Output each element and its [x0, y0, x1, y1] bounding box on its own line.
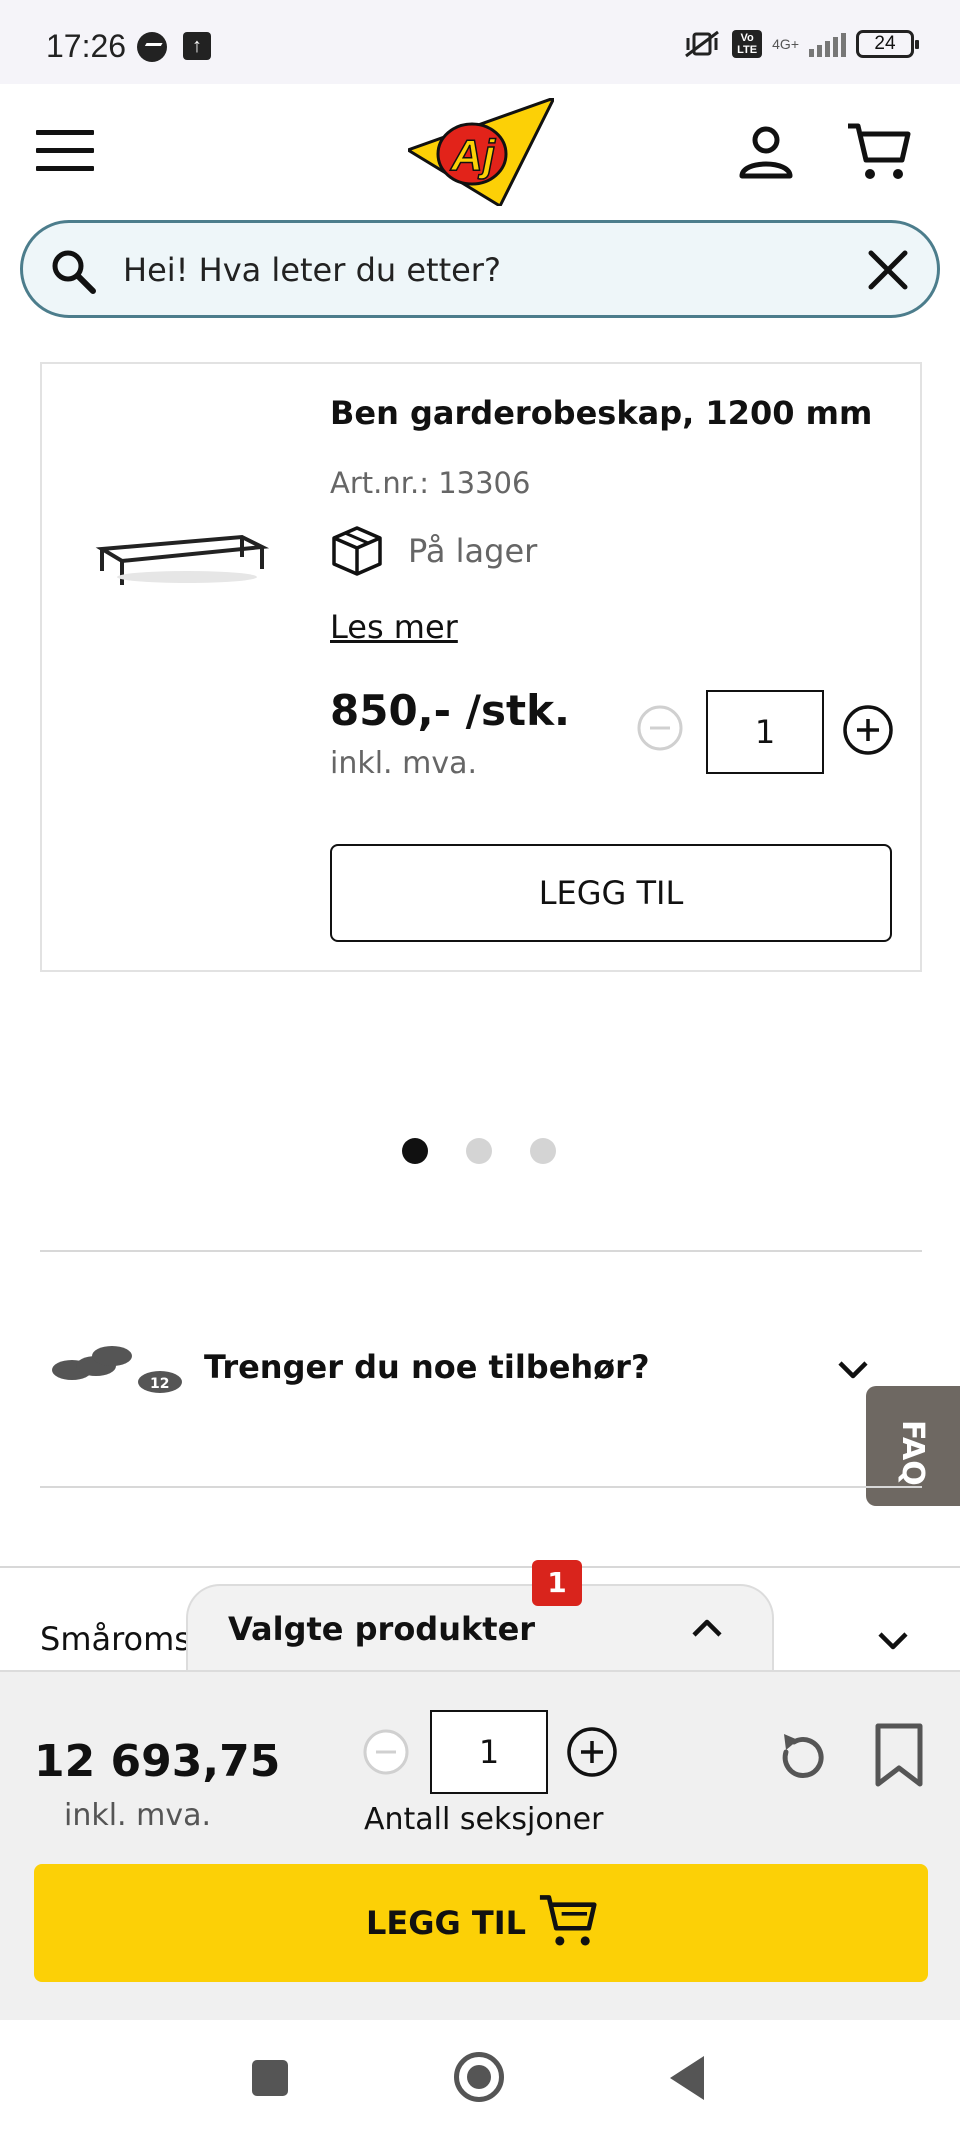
- total-price: 12 693,75: [34, 1736, 281, 1787]
- box-icon: [332, 526, 382, 576]
- carousel-dot-3[interactable]: [530, 1138, 556, 1164]
- chevron-up-icon[interactable]: [690, 1614, 724, 1642]
- small-section-label: Småroms: [40, 1620, 191, 1658]
- quantity-decrease-button[interactable]: [636, 704, 684, 752]
- carousel-dot-2[interactable]: [466, 1138, 492, 1164]
- chevron-down-icon[interactable]: [876, 1626, 910, 1654]
- add-configuration-to-cart-button[interactable]: LEGG TIL: [34, 1864, 928, 1982]
- status-icons: Vo LTE 4G+ 24: [682, 28, 919, 60]
- messenger-icon: [137, 32, 167, 62]
- product-image[interactable]: [92, 519, 272, 599]
- article-number: Art.nr.: 13306: [330, 466, 531, 500]
- sections-decrease-button[interactable]: [362, 1728, 410, 1776]
- sections-label: Antall seksjoner: [364, 1802, 604, 1837]
- signal-icon: [809, 31, 846, 57]
- reset-icon[interactable]: [772, 1728, 830, 1786]
- accessories-accordion-title[interactable]: Trenger du noe tilbehør?: [204, 1348, 650, 1386]
- product-title[interactable]: Ben garderobeskap, 1200 mm: [330, 394, 872, 432]
- vibrate-mute-icon: [685, 30, 720, 58]
- tag-number: 12: [150, 1376, 169, 1392]
- price-vat-note: inkl. mva.: [330, 746, 478, 781]
- status-time: 17:26: [46, 28, 127, 64]
- recents-button[interactable]: [252, 2060, 288, 2096]
- product-card: Ben garderobeskap, 1200 mm Art.nr.: 1330…: [40, 362, 922, 972]
- battery-icon: 24: [856, 30, 919, 58]
- quantity-increase-button[interactable]: [842, 704, 894, 756]
- add-to-cart-button[interactable]: LEGG TIL: [330, 844, 892, 942]
- home-button[interactable]: [454, 2052, 504, 2102]
- faq-label: FAQ: [895, 1420, 930, 1486]
- bottom-summary-panel: 12 693,75 inkl. mva. 1 Antall seksjoner …: [0, 1670, 960, 2020]
- selected-count-badge: 1: [532, 1560, 582, 1606]
- cart-icon: [539, 1895, 597, 1946]
- carousel-dots: [402, 1138, 556, 1164]
- divider: [40, 1486, 922, 1488]
- product-price: 850,- /stk.: [330, 686, 570, 735]
- site-header: Aj: [0, 84, 960, 216]
- chevron-down-icon[interactable]: [836, 1354, 870, 1384]
- sections-quantity-field[interactable]: 1: [430, 1710, 548, 1794]
- selected-products-label: Valgte produkter: [228, 1610, 536, 1648]
- status-bar: 17:26 ↑ Vo LTE 4G+ 24: [0, 0, 960, 84]
- user-icon[interactable]: [738, 124, 794, 180]
- android-nav-bar: [0, 2020, 960, 2133]
- aj-logo[interactable]: Aj: [408, 98, 554, 206]
- upload-icon: ↑: [183, 32, 211, 60]
- search-icon[interactable]: [49, 247, 97, 295]
- faq-tab[interactable]: FAQ: [866, 1386, 960, 1506]
- stock-status: På lager: [408, 532, 538, 570]
- divider: [40, 1250, 922, 1252]
- total-vat-note: inkl. mva.: [64, 1798, 212, 1833]
- network-type: 4G+: [772, 36, 799, 52]
- add-to-cart-label: LEGG TIL: [366, 1904, 527, 1942]
- selected-products-tab[interactable]: Valgte produkter: [186, 1584, 774, 1674]
- close-icon[interactable]: [867, 249, 909, 291]
- search-input[interactable]: [123, 243, 803, 297]
- read-more-link[interactable]: Les mer: [330, 608, 458, 646]
- bookmark-icon[interactable]: [872, 1722, 926, 1788]
- carousel-dot-1[interactable]: [402, 1138, 428, 1164]
- number-tags-image: 12: [52, 1346, 182, 1393]
- sections-increase-button[interactable]: [566, 1726, 618, 1778]
- back-button[interactable]: [670, 2056, 704, 2100]
- search-bar: [20, 220, 940, 318]
- volte-icon: Vo LTE: [732, 30, 763, 58]
- cart-icon[interactable]: [846, 120, 912, 184]
- logo-text: Aj: [450, 131, 496, 180]
- hamburger-menu-icon[interactable]: [36, 130, 94, 172]
- quantity-field[interactable]: 1: [706, 690, 824, 774]
